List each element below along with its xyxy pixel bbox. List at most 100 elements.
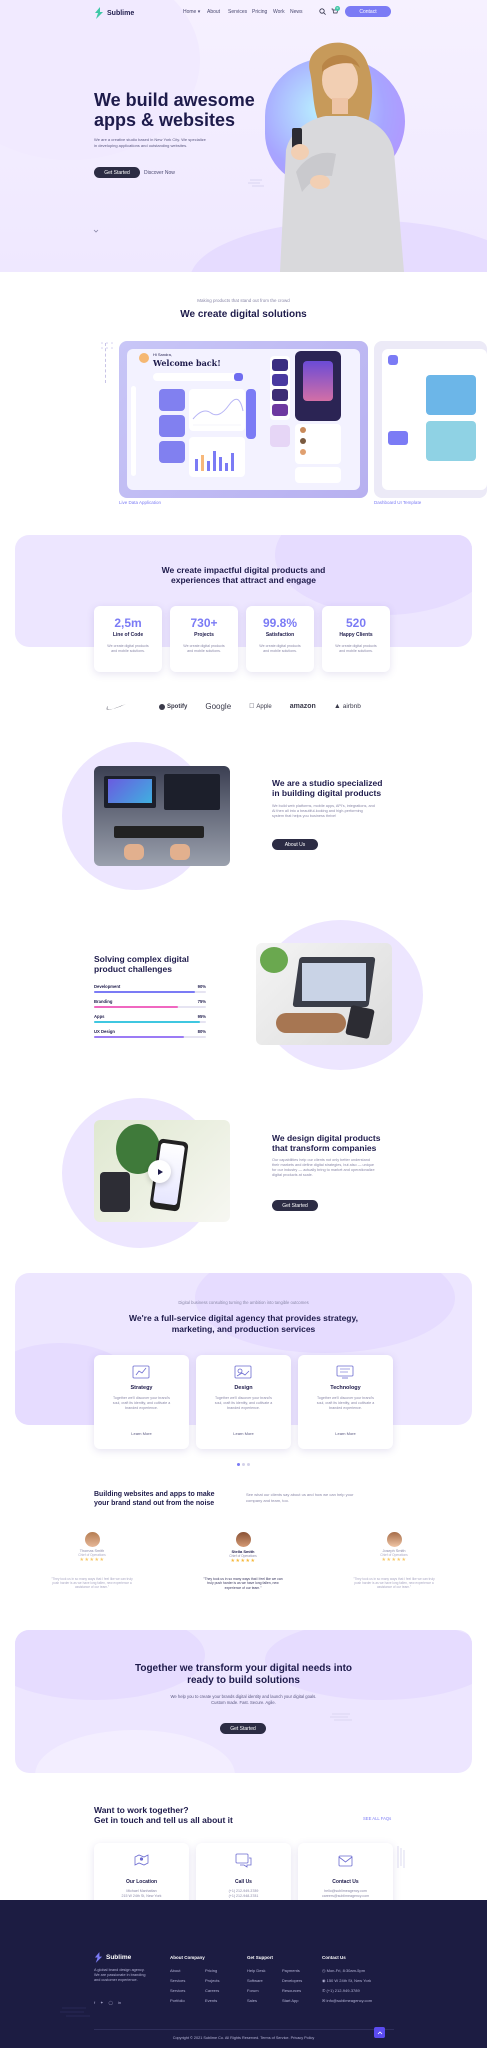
- footer-brand-name: Sublime: [106, 1954, 132, 1961]
- airbnb-logo-icon: ▲: [328, 703, 341, 710]
- cta-get-started-button[interactable]: Get Started: [220, 1723, 266, 1734]
- get-started-button[interactable]: Get Started: [94, 167, 140, 178]
- testimonials-title: Building websites and apps to make your …: [94, 1490, 215, 1508]
- decor-lines-icon: [397, 1846, 405, 1868]
- footer-contact-email[interactable]: ✉ info@sublimeagency.com: [322, 1998, 372, 2003]
- nav-link-services[interactable]: Services: [228, 9, 247, 15]
- scroll-to-top-button[interactable]: [374, 2027, 385, 2038]
- play-button[interactable]: [148, 1160, 171, 1183]
- footer-link[interactable]: Portfolio: [170, 1998, 205, 2003]
- carousel-dots[interactable]: [237, 1463, 250, 1466]
- footer-col-title: [282, 1955, 302, 1960]
- skills-list: Development 90% Branding 75% Apps 95% UX De…: [94, 984, 206, 1044]
- hero-title: We build awesome apps & websites: [94, 90, 255, 130]
- footer-link[interactable]: Resources: [282, 1988, 302, 1993]
- linkedin-icon[interactable]: in: [118, 2000, 121, 2005]
- learn-more-link[interactable]: Learn More: [94, 1431, 189, 1436]
- footer-link[interactable]: About: [170, 1968, 205, 1973]
- footer-link[interactable]: Careers: [205, 1988, 219, 1993]
- footer-link[interactable]: Sales: [247, 1998, 273, 2003]
- contact-title: Want to work together? Get in touch and …: [94, 1805, 233, 1825]
- footer-link[interactable]: Events: [205, 1998, 219, 2003]
- hero-section: [0, 0, 487, 272]
- dashboard-template-mockup[interactable]: [374, 341, 487, 498]
- transform-get-started-button[interactable]: Get Started: [272, 1200, 318, 1211]
- stat-card-lines-of-code: 2,5m Line of Code We create digital prod…: [94, 606, 162, 672]
- transform-text-line: digital products at scale.: [272, 1173, 313, 1177]
- services-title: We're a full-service digital agency that…: [0, 1313, 487, 1335]
- spotify-logo-text: Spotify: [167, 703, 188, 710]
- hero-description-line1: We are a creative studio based in New Yo…: [94, 137, 206, 142]
- search-icon[interactable]: [319, 8, 326, 15]
- footer-link[interactable]: Projects: [205, 1978, 219, 1983]
- cta-title: Together we transform your digital needs…: [0, 1663, 487, 1687]
- stat-text: and mobile solutions.: [339, 649, 373, 653]
- carousel-dot-active[interactable]: [237, 1463, 240, 1466]
- footer-link[interactable]: Software: [247, 1978, 273, 1983]
- skill-label: UX Design: [94, 1029, 115, 1034]
- stat-label: Line of Code: [112, 632, 144, 638]
- brand-logo-icon: [95, 7, 103, 19]
- brand-logo[interactable]: Sublime: [94, 7, 134, 19]
- live-data-app-mockup[interactable]: Hi Sandra, Welcome back!: [119, 341, 368, 498]
- instagram-icon[interactable]: ◯: [108, 2000, 112, 2005]
- see-all-faqs-link[interactable]: SEE ALL FAQs: [363, 1816, 391, 1821]
- nike-logo-icon: [106, 703, 126, 710]
- carousel-dot[interactable]: [242, 1463, 245, 1466]
- footer-col-about: About Company About Services Services Po…: [170, 1955, 205, 2003]
- nav-link-about[interactable]: About: [207, 9, 220, 15]
- nav-link-news[interactable]: News: [290, 9, 303, 15]
- twitter-icon[interactable]: ✦: [100, 2000, 103, 2005]
- service-card-technology[interactable]: Technology Together we'll discover your …: [298, 1355, 393, 1449]
- testimonials-intro-line: See what our clients say about us and ho…: [246, 1492, 354, 1497]
- service-card-strategy[interactable]: Strategy Together we'll discover your br…: [94, 1355, 189, 1449]
- facebook-icon[interactable]: f: [94, 2000, 95, 2005]
- caption-live-data[interactable]: Live Data Application: [119, 500, 161, 505]
- footer-link[interactable]: Services: [170, 1988, 205, 1993]
- learn-more-link[interactable]: Learn More: [196, 1431, 291, 1436]
- footer-link[interactable]: Pricing: [205, 1968, 219, 1973]
- cta-text-line: Custom made. Fast. Secure. Agile.: [211, 1699, 276, 1705]
- stat-label: Satisfaction: [265, 632, 295, 638]
- caption-dashboard[interactable]: Dashboard UI Template: [374, 500, 421, 505]
- footer-brand[interactable]: Sublime: [94, 1952, 131, 1963]
- contact-button[interactable]: Contact: [345, 6, 391, 17]
- discover-now-link[interactable]: Discover Now: [144, 170, 175, 176]
- nav-link-work[interactable]: Work: [273, 9, 285, 15]
- service-card-design[interactable]: Design Together we'll discover your bran…: [196, 1355, 291, 1449]
- services-title-line1: We're a full-service digital agency that…: [129, 1313, 358, 1323]
- service-text: Together we'll discover your brand's soul…: [316, 1396, 375, 1410]
- studio-text: We build web platforms, mobile apps, API…: [272, 804, 375, 819]
- footer-link[interactable]: Payments: [282, 1968, 302, 1973]
- mockup-avatar: [139, 353, 149, 363]
- carousel-dot[interactable]: [247, 1463, 250, 1466]
- skill-value: 75%: [197, 999, 206, 1004]
- footer-link[interactable]: Developers: [282, 1978, 302, 1983]
- cart-badge: 0: [335, 6, 340, 11]
- nav-link-home[interactable]: Home ▾: [183, 9, 200, 15]
- nav-link-pricing[interactable]: Pricing: [252, 9, 267, 15]
- footer-link[interactable]: Start App: [282, 1998, 302, 2003]
- footer-link[interactable]: Forum: [247, 1988, 273, 1993]
- testimonials-title-line1: Building websites and apps to make: [94, 1491, 215, 1498]
- avatar: [386, 1532, 402, 1547]
- skills-photo: [256, 943, 392, 1045]
- footer-col-title: Contact Us: [322, 1955, 346, 1960]
- footer-link[interactable]: Services: [170, 1978, 205, 1983]
- footer-contact-phone[interactable]: ✆ (+1) 212-949-3789: [322, 1988, 372, 1993]
- contact-title-line2: Get in touch and tell us all about it: [94, 1815, 233, 1825]
- studio-title-line1: We are a studio specialized: [272, 778, 383, 788]
- skills-title-line1: Solving complex digital: [94, 954, 189, 964]
- airbnb-logo-text: airbnb: [337, 703, 361, 710]
- about-us-button[interactable]: About Us: [272, 839, 318, 850]
- skill-label: Apps: [94, 1014, 105, 1019]
- apple-logo-text: Apple: [251, 703, 271, 710]
- learn-more-link[interactable]: Learn More: [298, 1431, 393, 1436]
- stats-band: [15, 535, 472, 647]
- decor-lines-icon: [330, 1713, 352, 1721]
- testimonial-quote: "They took us in so many ways that I fee…: [353, 1577, 435, 1590]
- scroll-down-icon[interactable]: [93, 228, 99, 234]
- service-text: Together we'll discover your brand's soul…: [214, 1396, 273, 1410]
- footer-link[interactable]: Help Desk: [247, 1968, 273, 1973]
- skill-bar-track: [94, 1006, 206, 1008]
